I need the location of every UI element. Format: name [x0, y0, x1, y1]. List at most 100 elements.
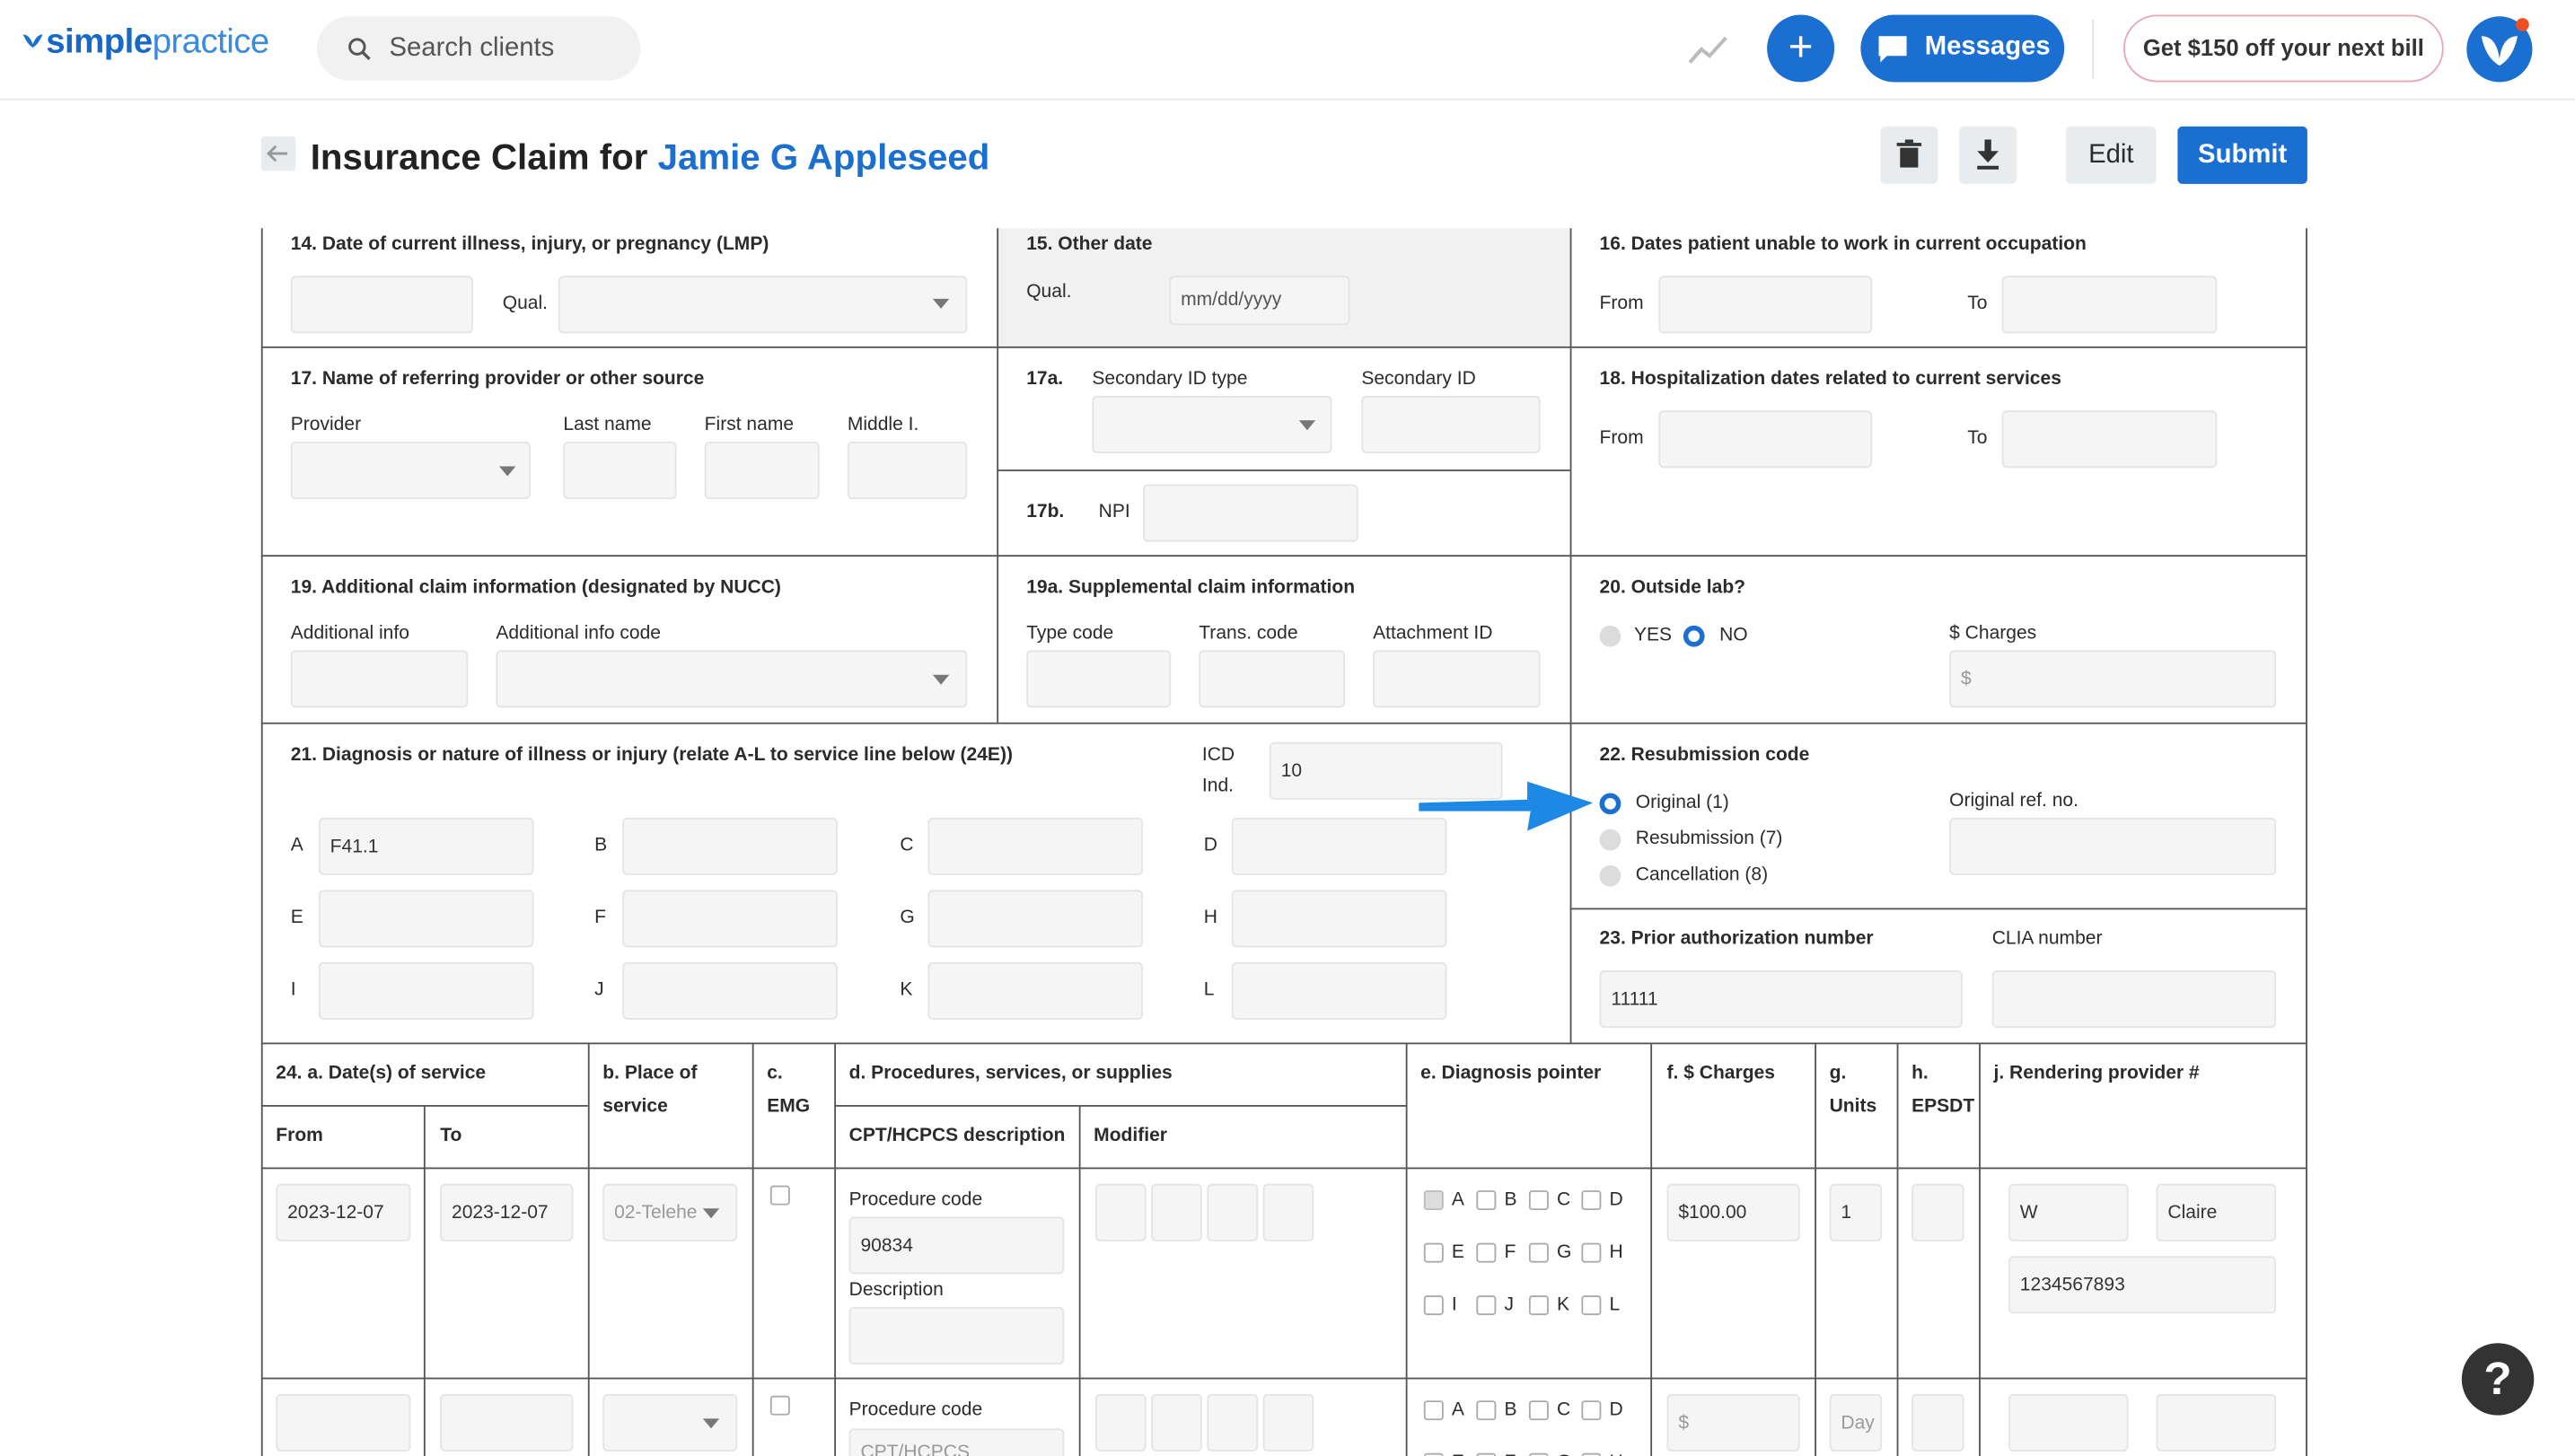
box17-provider-select[interactable] — [290, 442, 531, 500]
box23-auth-field[interactable]: 11111 — [1599, 969, 1963, 1029]
diagnosis-field-f[interactable] — [622, 890, 838, 948]
row2-modifier-4[interactable] — [1262, 1393, 1314, 1452]
row1-charges-field[interactable]: $100.00 — [1666, 1183, 1800, 1241]
row1-proc-code-field[interactable]: 90834 — [848, 1216, 1065, 1275]
row1-pointer-g-checkbox[interactable] — [1528, 1242, 1549, 1263]
row1-to-date[interactable]: 2023-12-07 — [440, 1183, 574, 1241]
row1-emg-checkbox[interactable] — [769, 1185, 790, 1206]
diagnosis-field-l[interactable] — [1231, 961, 1447, 1020]
row2-to-date[interactable] — [440, 1393, 574, 1452]
row2-pointer-b-checkbox[interactable] — [1476, 1400, 1497, 1421]
client-name-link[interactable]: Jamie G Appleseed — [658, 136, 990, 178]
diagnosis-field-i[interactable] — [318, 961, 534, 1020]
row1-provider-first[interactable]: W — [2008, 1183, 2129, 1241]
box17a-type-select[interactable] — [1092, 395, 1332, 453]
promo-button[interactable]: Get $150 off your next bill — [2123, 14, 2444, 83]
row1-pointer-f-checkbox[interactable] — [1476, 1242, 1497, 1263]
row1-pointer-j-checkbox[interactable] — [1476, 1295, 1497, 1316]
simplepractice-logo[interactable]: simplepractice — [20, 23, 269, 63]
row2-pointer-a-checkbox[interactable] — [1423, 1400, 1444, 1421]
messages-button[interactable]: Messages — [1860, 14, 2065, 83]
row1-pointer-i-checkbox[interactable] — [1423, 1295, 1444, 1316]
box23-clia-field[interactable] — [1991, 969, 2277, 1029]
box19-code-select[interactable] — [496, 650, 968, 708]
box20-no-radio[interactable] — [1683, 625, 1705, 647]
analytics-trend-icon[interactable] — [1688, 33, 1727, 66]
box19a-attach-field[interactable] — [1373, 650, 1541, 708]
box17b-npi-field[interactable] — [1143, 484, 1358, 542]
edit-button[interactable]: Edit — [2066, 126, 2157, 184]
row2-modifier-1[interactable] — [1095, 1393, 1147, 1452]
box18-from-field[interactable] — [1658, 410, 1873, 469]
row2-modifier-3[interactable] — [1207, 1393, 1259, 1452]
row1-modifier-1[interactable] — [1095, 1183, 1147, 1241]
submit-button[interactable]: Submit — [2177, 126, 2307, 184]
row1-pointer-c-checkbox[interactable] — [1528, 1190, 1549, 1211]
row1-pointer-d-checkbox[interactable] — [1581, 1190, 1602, 1211]
resubmission-radio-2[interactable] — [1599, 829, 1621, 851]
row1-pointer-h-checkbox[interactable] — [1581, 1242, 1602, 1263]
row1-modifier-3[interactable] — [1207, 1183, 1259, 1241]
box16-from-field[interactable] — [1658, 276, 1873, 334]
row1-modifier-2[interactable] — [1151, 1183, 1202, 1241]
row2-provider-first[interactable] — [2008, 1393, 2129, 1452]
delete-button[interactable] — [1880, 126, 1938, 184]
row2-emg-checkbox[interactable] — [769, 1395, 790, 1416]
box17-middle-field[interactable] — [847, 442, 968, 500]
diagnosis-letter-c: C — [900, 836, 914, 855]
diagnosis-field-k[interactable] — [927, 961, 1144, 1020]
row1-from-date[interactable]: 2023-12-07 — [276, 1183, 411, 1241]
row2-epsdt-field[interactable] — [1911, 1393, 1964, 1452]
row1-provider-last[interactable]: Claire — [2156, 1183, 2277, 1241]
box17-first-field[interactable] — [704, 442, 820, 500]
row1-pointer-l-checkbox[interactable] — [1581, 1295, 1602, 1316]
search-clients-input[interactable]: Search clients — [317, 16, 641, 81]
box17a-id-field[interactable] — [1361, 395, 1541, 453]
box17-last-field[interactable] — [563, 442, 677, 500]
row2-pointer-d-checkbox[interactable] — [1581, 1400, 1602, 1421]
row1-pointer-b-checkbox[interactable] — [1476, 1190, 1497, 1211]
row2-pointer-c-checkbox[interactable] — [1528, 1400, 1549, 1421]
resubmission-radio-1[interactable] — [1599, 793, 1621, 815]
box19-info-field[interactable] — [290, 650, 469, 708]
row1-epsdt-field[interactable] — [1911, 1183, 1964, 1241]
diagnosis-field-h[interactable] — [1231, 890, 1447, 948]
row2-units-field[interactable]: Day — [1829, 1393, 1883, 1452]
box20-charges-field[interactable]: $ — [1949, 650, 2277, 708]
add-button[interactable]: + — [1767, 14, 1835, 83]
box14-qual-select[interactable] — [558, 276, 968, 334]
resubmission-radio-3[interactable] — [1599, 864, 1621, 887]
row1-desc-field[interactable] — [848, 1306, 1065, 1364]
row2-proc-code-field[interactable]: CPT/HCPCS — [848, 1428, 1065, 1456]
row1-pointer-k-checkbox[interactable] — [1528, 1295, 1549, 1316]
row2-provider-last[interactable] — [2156, 1393, 2277, 1452]
box18-to-field[interactable] — [2001, 410, 2218, 469]
box14-date-field[interactable] — [290, 276, 473, 334]
box22-ref-field[interactable] — [1949, 817, 2277, 875]
box20-yes-radio[interactable] — [1599, 625, 1621, 647]
box17b-number: 17b. — [1026, 502, 1065, 522]
row1-modifier-4[interactable] — [1262, 1183, 1314, 1241]
row2-charges-field[interactable]: $ — [1666, 1393, 1800, 1452]
box16-to-field[interactable] — [2001, 276, 2218, 334]
box19a-type-field[interactable] — [1026, 650, 1172, 708]
download-button[interactable] — [1959, 126, 2017, 184]
diagnosis-field-g[interactable] — [927, 890, 1144, 948]
diagnosis-field-c[interactable] — [927, 817, 1144, 875]
diagnosis-field-j[interactable] — [622, 961, 838, 1020]
row2-modifier-2[interactable] — [1151, 1393, 1202, 1452]
diagnosis-field-b[interactable] — [622, 817, 838, 875]
diagnosis-field-e[interactable] — [318, 890, 534, 948]
row1-units-field[interactable]: 1 — [1829, 1183, 1883, 1241]
box19a-trans-field[interactable] — [1199, 650, 1346, 708]
diagnosis-field-a[interactable]: F41.1 — [318, 817, 534, 875]
chevron-down-icon — [702, 1208, 720, 1219]
row2-from-date[interactable] — [276, 1393, 411, 1452]
box17-last-label: Last name — [563, 415, 652, 435]
row1-provider-npi[interactable]: 1234567893 — [2008, 1256, 2277, 1314]
box15-date-input[interactable]: mm/dd/yyyy — [1169, 276, 1350, 326]
row1-pointer-e-checkbox[interactable] — [1423, 1242, 1444, 1263]
back-button[interactable] — [260, 136, 296, 171]
help-button[interactable]: ? — [2461, 1343, 2535, 1416]
row1-pointer-a-checkbox[interactable] — [1423, 1190, 1444, 1211]
